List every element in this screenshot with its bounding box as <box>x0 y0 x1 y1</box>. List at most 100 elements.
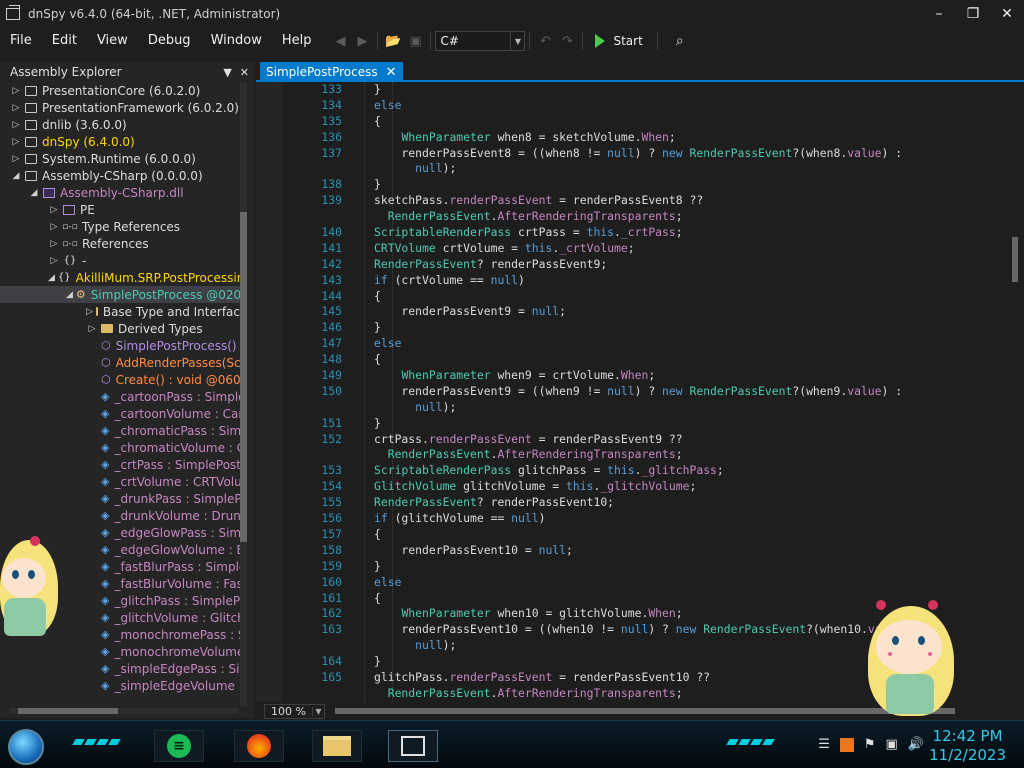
code-line[interactable]: 157 { <box>284 527 1009 543</box>
code-line[interactable]: RenderPassEvent.AfterRenderingTransparen… <box>284 209 1009 225</box>
start-orb-icon[interactable] <box>8 729 44 765</box>
editor-vertical-scrollbar[interactable] <box>1010 82 1020 702</box>
expand-icon[interactable]: ▷ <box>48 238 60 250</box>
tree-item[interactable]: ▷ ▫-▫ References <box>0 235 240 252</box>
scroll-thumb[interactable] <box>240 212 247 542</box>
code-line[interactable]: 148 { <box>284 352 1009 368</box>
code-line[interactable]: 135 { <box>284 114 1009 130</box>
expand-icon[interactable]: ▷ <box>10 136 22 148</box>
code-line[interactable]: 152 crtPass.renderPassEvent = renderPassE… <box>284 432 1009 448</box>
tree-item[interactable]: ▷ PresentationCore (6.0.2.0) <box>0 82 240 99</box>
redo-icon[interactable]: ↷ <box>556 30 578 52</box>
tree-item[interactable]: ▷ Base Type and Interfac <box>0 303 240 320</box>
tree-item[interactable]: ◈ _chromaticVolume : C <box>0 439 240 456</box>
code-line[interactable]: 138} <box>284 177 1009 193</box>
open-folder-icon[interactable]: 📂 <box>382 30 404 52</box>
close-icon[interactable]: ✕ <box>240 66 249 79</box>
tree-vertical-scrollbar[interactable] <box>240 82 247 706</box>
tree-item[interactable]: ▷ PE <box>0 201 240 218</box>
tree-item[interactable]: ◈ _simpleEdgePass : Sim <box>0 660 240 677</box>
code-line[interactable]: 134 else <box>284 98 1009 114</box>
app-tray-icon[interactable] <box>839 737 854 752</box>
notification-bars-icon[interactable]: ☰ <box>818 737 830 752</box>
expand-icon[interactable]: ▷ <box>86 306 93 318</box>
search-icon[interactable]: ⌕ <box>676 33 684 49</box>
save-icon[interactable]: ▣ <box>404 30 426 52</box>
code-line[interactable]: 150 renderPassEvent9 = ((when9 != null) … <box>284 384 1009 400</box>
code-line[interactable]: 144 { <box>284 289 1009 305</box>
code-line[interactable]: 153 ScriptableRenderPass glitchPass = thi… <box>284 463 1009 479</box>
code-line[interactable]: 141 CRTVolume crtVolume = this._crtVolume… <box>284 241 1009 257</box>
tree-item[interactable]: ◈ _cartoonPass : SimpleP <box>0 388 240 405</box>
taskbar-app-explorer[interactable] <box>312 730 362 762</box>
expand-icon[interactable]: ▷ <box>48 255 60 267</box>
expand-icon[interactable]: ▷ <box>48 221 60 233</box>
tree-item[interactable]: ◈ _drunkVolume : Drunk <box>0 507 240 524</box>
tree-item[interactable]: ▷ Derived Types <box>0 320 240 337</box>
code-line[interactable]: 158 renderPassEvent10 = null; <box>284 543 1009 559</box>
tree-item[interactable]: ◈ _crtVolume : CRTVolun <box>0 473 240 490</box>
tree-item[interactable]: ◈ _monochromeVolume <box>0 643 240 660</box>
code-line[interactable]: 136 WhenParameter when8 = sketchVolume.W… <box>284 130 1009 146</box>
tree-item[interactable]: ◢{} AkilliMum.SRP.PostProcessing <box>0 269 240 286</box>
tree-item[interactable]: ▷ ▫-▫ Type References <box>0 218 240 235</box>
tree-item[interactable]: ◢ Assembly-CSharp (0.0.0.0) <box>0 167 240 184</box>
menu-help[interactable]: Help <box>272 28 322 54</box>
code-line[interactable]: 142 RenderPassEvent? renderPassEvent9; <box>284 257 1009 273</box>
tree-item[interactable]: ⬡ AddRenderPasses(Scrip <box>0 354 240 371</box>
collapse-icon[interactable]: ◢ <box>10 170 22 182</box>
close-icon[interactable]: ✕ <box>386 65 397 80</box>
expand-icon[interactable]: ▷ <box>86 323 98 335</box>
code-line[interactable]: 160 else <box>284 575 1009 591</box>
expand-icon[interactable]: ▷ <box>48 204 60 216</box>
close-icon[interactable]: ✕ <box>990 0 1024 28</box>
undo-icon[interactable]: ↶ <box>534 30 556 52</box>
start-button[interactable]: Start <box>595 34 643 48</box>
code-line[interactable]: 145 renderPassEvent9 = null; <box>284 304 1009 320</box>
chevron-down-icon[interactable]: ▼ <box>223 66 231 79</box>
flag-icon[interactable]: ⚑ <box>864 737 876 752</box>
expand-icon[interactable]: ▷ <box>10 85 22 97</box>
menu-debug[interactable]: Debug <box>138 28 201 54</box>
tab-simplepostprocess[interactable]: SimplePostProcess ✕ <box>260 62 403 82</box>
code-line[interactable]: 133} <box>284 82 1009 98</box>
taskbar-app-dnspy[interactable] <box>388 730 438 762</box>
tree-item[interactable]: ⬡ SimplePostProcess() : v <box>0 337 240 354</box>
code-line[interactable]: 140 ScriptableRenderPass crtPass = this._… <box>284 225 1009 241</box>
tree-item[interactable]: ◢ Assembly-CSharp.dll <box>0 184 240 201</box>
tree-item-selected[interactable]: ◢ ⚙ SimplePostProcess @0200 <box>0 286 240 303</box>
maximize-icon[interactable]: ❐ <box>956 0 990 28</box>
code-line[interactable]: null); <box>284 400 1009 416</box>
back-icon[interactable]: ◀ <box>329 30 351 52</box>
taskbar-app-firefox[interactable] <box>234 730 284 762</box>
tree-item[interactable]: ▷ System.Runtime (6.0.0.0) <box>0 150 240 167</box>
menu-window[interactable]: Window <box>201 28 272 54</box>
tree-item[interactable]: ▷ PresentationFramework (6.0.2.0) <box>0 99 240 116</box>
code-line[interactable]: 154 GlitchVolume glitchVolume = this._gli… <box>284 479 1009 495</box>
code-line[interactable]: null); <box>284 161 1009 177</box>
scroll-thumb[interactable] <box>18 708 118 714</box>
expand-icon[interactable]: ▷ <box>10 153 22 165</box>
code-line[interactable]: 151} <box>284 416 1009 432</box>
code-line[interactable]: 159} <box>284 559 1009 575</box>
taskbar-app-spotify[interactable]: ≡ <box>154 730 204 762</box>
code-line[interactable]: 137 renderPassEvent8 = ((when8 != null) … <box>284 146 1009 162</box>
volume-icon[interactable]: 🔊 <box>908 737 924 752</box>
code-line[interactable]: RenderPassEvent.AfterRenderingTransparen… <box>284 447 1009 463</box>
tree-item[interactable]: ◈ _crtPass : SimplePostP <box>0 456 240 473</box>
forward-icon[interactable]: ▶ <box>351 30 373 52</box>
code-line[interactable]: 156 if (glitchVolume == null) <box>284 511 1009 527</box>
menu-file[interactable]: File <box>0 28 42 54</box>
language-select[interactable]: C# ▼ <box>435 31 526 51</box>
menu-edit[interactable]: Edit <box>42 28 87 54</box>
collapse-icon[interactable]: ◢ <box>66 289 73 301</box>
taskbar-clock[interactable]: 12:42 PM 11/2/2023 <box>929 727 1006 765</box>
expand-icon[interactable]: ▷ <box>10 119 22 131</box>
tree-item[interactable]: ⬡ Create() : void @06000 <box>0 371 240 388</box>
tree-item[interactable]: ◈ _drunkPass : SimplePo <box>0 490 240 507</box>
tree-horizontal-scrollbar[interactable] <box>10 708 238 714</box>
tree-item[interactable]: ▷{} - <box>0 252 240 269</box>
tree-item[interactable]: ◈ _chromaticPass : Simp <box>0 422 240 439</box>
tree-item[interactable]: ◈ _simpleEdgeVolume : ' <box>0 677 240 694</box>
code-line[interactable]: 149 WhenParameter when9 = crtVolume.When… <box>284 368 1009 384</box>
